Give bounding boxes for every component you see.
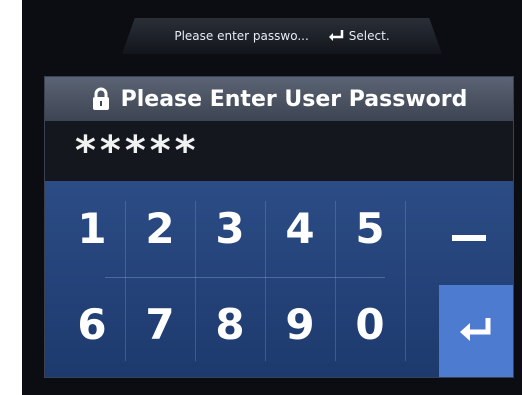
keypad-divider: [405, 201, 406, 361]
minus-icon: [452, 204, 486, 253]
hint-select: Select.: [327, 29, 390, 43]
key-1[interactable]: 1: [57, 183, 127, 273]
keypad-row-divider: [105, 277, 385, 278]
enter-arrow-icon: [458, 316, 494, 346]
screen: Please enter passwo... Select. Please En…: [22, 0, 522, 395]
enter-button[interactable]: [439, 285, 513, 377]
key-8[interactable]: 8: [195, 279, 265, 369]
key-5[interactable]: 5: [335, 183, 405, 273]
enter-arrow-icon: [327, 29, 345, 43]
lock-icon: [91, 87, 111, 111]
key-0[interactable]: 0: [335, 279, 405, 369]
key-7[interactable]: 7: [125, 279, 195, 369]
key-9[interactable]: 9: [265, 279, 335, 369]
key-3[interactable]: 3: [195, 183, 265, 273]
panel-header: Please Enter User Password: [45, 77, 513, 121]
hint-text: Please enter passwo...: [174, 29, 309, 43]
panel-title: Please Enter User Password: [120, 86, 468, 112]
key-6[interactable]: 6: [57, 279, 127, 369]
key-4[interactable]: 4: [265, 183, 335, 273]
password-panel: Please Enter User Password ***** 1 2 3 4…: [44, 76, 514, 378]
key-2[interactable]: 2: [125, 183, 195, 273]
hint-select-label: Select.: [348, 29, 390, 43]
password-field[interactable]: *****: [45, 121, 513, 181]
hint-bar: Please enter passwo... Select.: [122, 18, 442, 54]
password-mask: *****: [75, 128, 200, 174]
clear-button[interactable]: [425, 183, 513, 273]
